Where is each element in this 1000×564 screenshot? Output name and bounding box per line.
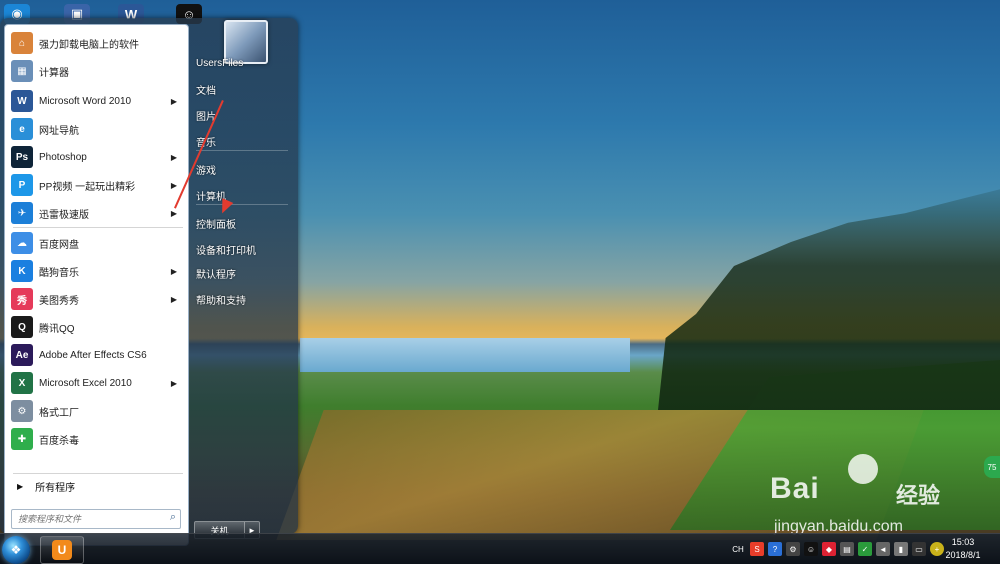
program-item[interactable]: 秀美图秀秀 ▶ — [7, 285, 185, 313]
clock-time: 15:03 — [951, 537, 975, 547]
baidu-antivirus-icon: ✚ — [11, 428, 33, 450]
search-icon[interactable]: ⌕ — [170, 511, 176, 524]
divider — [196, 204, 288, 205]
qq-icon: Q — [11, 316, 33, 338]
uninstall-icon: ⌂ — [11, 32, 33, 54]
right-item-control-panel[interactable]: 控制面板 — [196, 212, 294, 234]
tray-network-icon[interactable]: ▤ — [840, 542, 854, 556]
expand-arrow-icon: ▶ — [17, 481, 24, 491]
program-item-label: 迅雷极速版 — [39, 209, 89, 221]
watermark-brand: Bai — [770, 472, 820, 505]
tray-volume-icon[interactable]: ◄ — [876, 542, 890, 556]
all-programs-label: 所有程序 — [35, 482, 76, 494]
program-item[interactable]: ⌂ 强力卸载电脑上的软件 — [7, 29, 185, 57]
after-effects-icon: Ae — [11, 344, 33, 366]
wallpaper-sea — [300, 338, 630, 372]
taskbar: ❖ U CH S ? ⚙ ☺ ◆ ▤ ✓ ◄ ▮ ▭ + 15:03 2018/… — [0, 533, 1000, 564]
program-item-label: Microsoft Word 2010 — [39, 95, 132, 107]
submenu-arrow-icon: ▶ — [170, 208, 177, 218]
start-menu: ⌂ 强力卸载电脑上的软件 ▦ 计算器 W Microsoft Word 2010 ▶ e 网址导… — [0, 18, 298, 546]
submenu-arrow-icon: ▶ — [170, 180, 177, 190]
right-item-documents[interactable]: 文档 — [196, 78, 294, 100]
program-item[interactable]: Ae Adobe After Effects CS6 — [7, 341, 185, 369]
right-item-help-support[interactable]: 帮助和支持 — [196, 288, 294, 310]
right-item-usersfiles[interactable]: UsersFiles — [196, 52, 294, 74]
ie-icon: e — [11, 118, 33, 140]
taskbar-clock[interactable]: 15:03 2018/8/1 — [938, 536, 988, 562]
submenu-arrow-icon: ▶ — [170, 96, 177, 106]
tray-battery-icon[interactable]: ▮ — [894, 542, 908, 556]
right-item-devices-printers[interactable]: 设备和打印机 — [196, 238, 294, 260]
xunlei-icon: ✈ — [11, 202, 33, 224]
excel-icon: X — [11, 372, 33, 394]
baidu-netdisk-icon: ☁ — [11, 232, 33, 254]
tray-printer-icon[interactable]: ▭ — [912, 542, 926, 556]
program-item[interactable]: ✈ 迅雷极速版 ▶ — [7, 199, 185, 227]
floating-badge[interactable]: 75 — [984, 456, 1000, 478]
submenu-arrow-icon: ▶ — [170, 152, 177, 162]
pp-video-icon: P — [11, 174, 33, 196]
program-item-label: 腾讯QQ — [39, 323, 75, 335]
program-item-label: Microsoft Excel 2010 — [39, 377, 132, 389]
tray-help-icon[interactable]: ? — [768, 542, 782, 556]
start-menu-programs-pane: ⌂ 强力卸载电脑上的软件 ▦ 计算器 W Microsoft Word 2010 ▶ e 网址导… — [4, 24, 189, 546]
tray-settings-icon[interactable]: ⚙ — [786, 542, 800, 556]
start-button[interactable]: ❖ — [2, 536, 30, 564]
all-programs-button[interactable]: ▶ 所有程序 — [7, 475, 185, 497]
program-item-label: Adobe After Effects CS6 — [39, 349, 147, 361]
program-item[interactable]: ☁ 百度网盘 — [7, 229, 185, 257]
program-item[interactable]: Q 腾讯QQ — [7, 313, 185, 341]
uc-browser-icon: U — [52, 540, 72, 560]
submenu-arrow-icon: ▶ — [170, 294, 177, 304]
right-item-default-programs[interactable]: 默认程序 — [196, 262, 294, 284]
program-item-label: 格式工厂 — [39, 407, 79, 419]
photoshop-icon: Ps — [11, 146, 33, 168]
ime-indicator[interactable]: CH — [730, 542, 746, 556]
program-item-label: 强力卸载电脑上的软件 — [39, 39, 139, 51]
program-item[interactable]: K 酷狗音乐 ▶ — [7, 257, 185, 285]
program-item-label: 计算器 — [39, 67, 69, 79]
program-item-label: Photoshop — [39, 151, 87, 163]
program-item-label: 百度杀毒 — [39, 435, 79, 447]
right-item-music[interactable]: 音乐 — [196, 130, 294, 152]
program-item-label: 酷狗音乐 — [39, 267, 79, 279]
program-item[interactable]: e 网址导航 — [7, 115, 185, 143]
submenu-arrow-icon: ▶ — [170, 266, 177, 276]
program-item[interactable]: ✚ 百度杀毒 — [7, 425, 185, 453]
program-item[interactable]: Ps Photoshop ▶ — [7, 143, 185, 171]
program-item[interactable]: X Microsoft Excel 2010 ▶ — [7, 369, 185, 397]
program-item[interactable]: W Microsoft Word 2010 ▶ — [7, 87, 185, 115]
system-tray: CH S ? ⚙ ☺ ◆ ▤ ✓ ◄ ▮ ▭ + — [730, 540, 944, 558]
watermark-brand-cn: 经验 — [896, 483, 941, 508]
start-search-box: ⌕ — [11, 509, 181, 529]
divider — [13, 227, 183, 228]
tray-qq-icon[interactable]: ☺ — [804, 542, 818, 556]
baidu-paw-icon — [848, 454, 878, 484]
right-item-computer[interactable]: 计算机 — [196, 184, 294, 206]
start-search-input[interactable] — [16, 513, 158, 525]
format-factory-icon: ⚙ — [11, 400, 33, 422]
program-item[interactable]: ▦ 计算器 — [7, 57, 185, 85]
word-icon: W — [11, 90, 33, 112]
clock-date: 2018/8/1 — [945, 550, 981, 560]
meitu-icon: 秀 — [11, 288, 33, 310]
divider — [13, 473, 183, 474]
baidu-jingyan-watermark: Bai 经验 jingyan.baidu.com — [768, 448, 978, 538]
program-item[interactable]: P PP视频 一起玩出精彩 ▶ — [7, 171, 185, 199]
program-item-label: 美图秀秀 — [39, 295, 79, 307]
windows-logo-icon: ❖ — [10, 543, 22, 557]
kugou-icon: K — [11, 260, 33, 282]
program-item-label: PP视频 一起玩出精彩 — [39, 181, 136, 193]
divider — [196, 150, 288, 151]
tray-sogou-icon[interactable]: S — [750, 542, 764, 556]
tray-shield-icon[interactable]: ✓ — [858, 542, 872, 556]
calculator-icon: ▦ — [11, 60, 33, 82]
program-item[interactable]: ⚙ 格式工厂 — [7, 397, 185, 425]
program-item-label: 百度网盘 — [39, 239, 79, 251]
tray-security-icon[interactable]: ◆ — [822, 542, 836, 556]
submenu-arrow-icon: ▶ — [170, 378, 177, 388]
right-item-games[interactable]: 游戏 — [196, 158, 294, 180]
program-item-label: 网址导航 — [39, 125, 79, 137]
taskbar-app-uc[interactable]: U — [40, 536, 84, 564]
